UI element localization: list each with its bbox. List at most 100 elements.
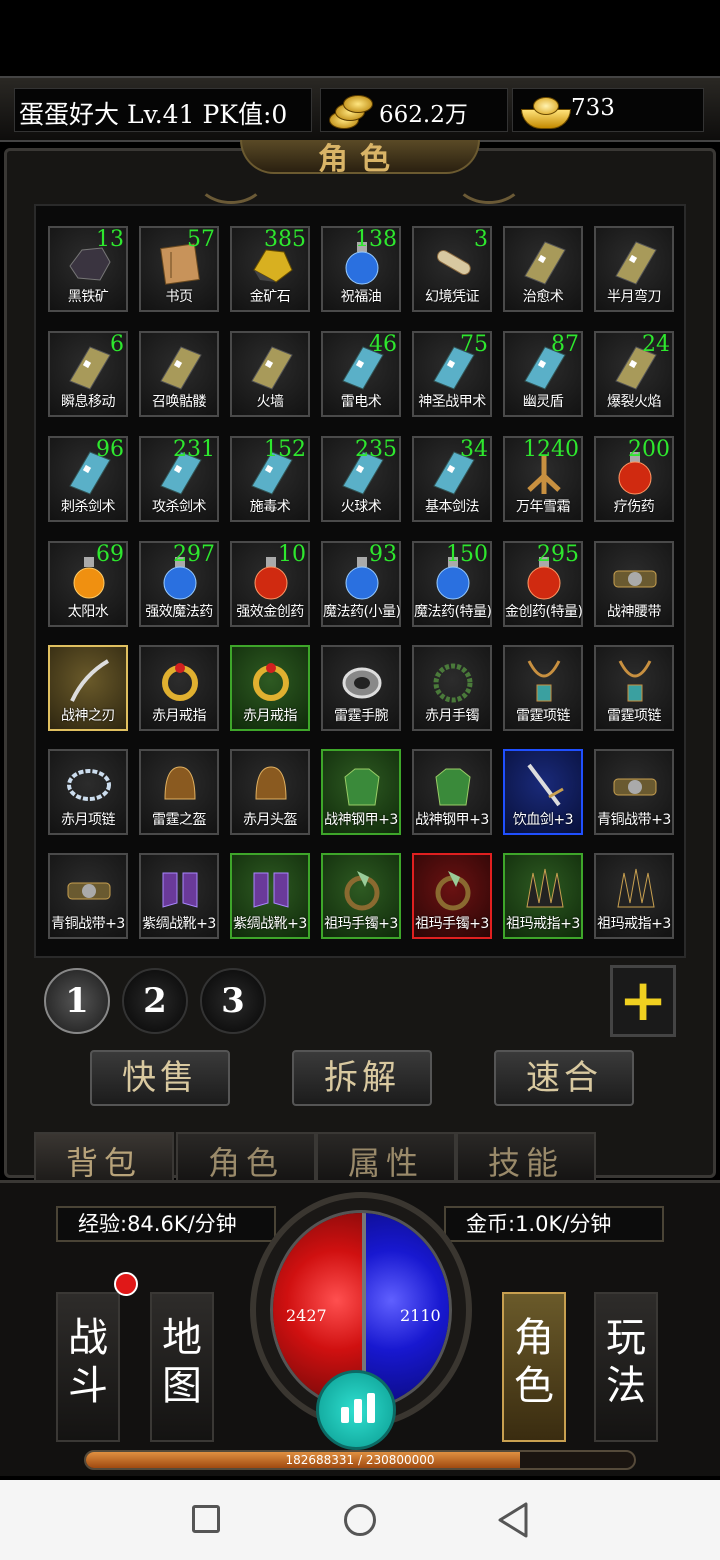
inventory-slot[interactable]: 赤月手镯 [412, 645, 492, 731]
inventory-slot[interactable]: 祖玛戒指+3 [594, 853, 674, 939]
inventory-slot[interactable]: 祖玛手镯+3 [412, 853, 492, 939]
inventory-slot[interactable]: 祖玛戒指+3 [503, 853, 583, 939]
item-name: 赤月手镯 [425, 708, 480, 724]
belt-icon [613, 778, 657, 796]
inventory-slot[interactable]: 57 书页 [139, 226, 219, 312]
inventory-slot[interactable]: 赤月戒指 [230, 645, 310, 731]
item-name: 祖玛手镯+3 [415, 916, 489, 932]
bracelet-icon [342, 667, 382, 699]
inventory-slot[interactable]: 13 黑铁矿 [48, 226, 128, 312]
inventory-slot[interactable]: 赤月项链 [48, 749, 128, 835]
inventory-slot[interactable]: 231 攻杀剑术 [139, 436, 219, 522]
item-name: 疗伤药 [613, 499, 655, 515]
inventory-slot[interactable]: 战神之刃 [48, 645, 128, 731]
inventory-slot[interactable]: 饮血剑+3 [503, 749, 583, 835]
inventory-slot[interactable]: 34 基本剑法 [412, 436, 492, 522]
item-name: 瞬息移动 [61, 394, 116, 410]
inventory-slot[interactable]: 祖玛手镯+3 [321, 853, 401, 939]
item-name: 雷电术 [340, 394, 382, 410]
inventory-slot[interactable]: 战神钢甲+3 [412, 749, 492, 835]
inventory-slot[interactable]: 3 幻境凭证 [412, 226, 492, 312]
inventory-slot[interactable]: 93 魔法药(小量) [321, 541, 401, 627]
skill-book-icon [524, 241, 566, 285]
inventory-slot[interactable]: 295 金创药(特量) [503, 541, 583, 627]
mp-value: 2110 [400, 1306, 441, 1325]
inventory-slot[interactable]: 150 魔法药(特量) [412, 541, 492, 627]
inventory-slot[interactable]: 雷霆手腕 [321, 645, 401, 731]
inventory-slot[interactable]: 235 火球术 [321, 436, 401, 522]
tab-skills[interactable]: 技能 [456, 1132, 596, 1180]
item-name: 书页 [165, 289, 194, 305]
inventory-slot[interactable]: 火墙 [230, 331, 310, 417]
recent-apps-icon[interactable] [192, 1505, 220, 1533]
inventory-slot[interactable]: 雷霆之盔 [139, 749, 219, 835]
item-name: 青铜战带+3 [597, 812, 671, 828]
inventory-slot[interactable]: 87 幽灵盾 [503, 331, 583, 417]
inventory-slot[interactable]: 紫绸战靴+3 [230, 853, 310, 939]
panel-title: 角色 [318, 142, 402, 172]
spike-ring-icon [526, 868, 564, 908]
item-name: 火球术 [340, 499, 382, 515]
inventory-slot[interactable]: 385 金矿石 [230, 226, 310, 312]
stats-chart-icon[interactable] [316, 1370, 396, 1450]
item-name: 雷霆之盔 [152, 812, 207, 828]
inventory-slot[interactable]: 75 神圣战甲术 [412, 331, 492, 417]
inventory-slot[interactable]: 青铜战带+3 [48, 853, 128, 939]
inventory-slot[interactable]: 96 刺杀剑术 [48, 436, 128, 522]
armor-icon [435, 768, 471, 806]
inventory-slot[interactable]: 青铜战带+3 [594, 749, 674, 835]
inventory-slot[interactable]: 24 爆裂火焰 [594, 331, 674, 417]
inventory-slot[interactable]: 10 强效金创药 [230, 541, 310, 627]
sword-icon [527, 763, 564, 807]
player-name: 蛋蛋好大 [19, 100, 120, 129]
inventory-slot[interactable]: 赤月头盔 [230, 749, 310, 835]
fast-merge-button[interactable]: 速合 [494, 1050, 634, 1106]
inventory-slot[interactable]: 雷霆项链 [503, 645, 583, 731]
gameplay-button[interactable]: 玩法 [594, 1292, 658, 1442]
inventory-slot[interactable]: 战神钢甲+3 [321, 749, 401, 835]
player-pk: PK值:0 [202, 100, 288, 129]
tab-character[interactable]: 角色 [176, 1132, 316, 1180]
item-count: 93 [369, 542, 397, 567]
inventory-slot[interactable]: 138 祝福油 [321, 226, 401, 312]
player-info[interactable]: 蛋蛋好大 Lv.41 PK值:0 [14, 88, 312, 132]
inventory-slot[interactable]: 赤月戒指 [139, 645, 219, 731]
page-button-3[interactable]: 3 [200, 968, 266, 1034]
item-count: 295 [537, 542, 579, 567]
inventory-slot[interactable]: 6 瞬息移动 [48, 331, 128, 417]
quick-sell-button[interactable]: 快售 [90, 1050, 230, 1106]
battle-button[interactable]: 战斗 [56, 1292, 120, 1442]
inventory-slot[interactable]: 200 疗伤药 [594, 436, 674, 522]
item-count: 10 [278, 542, 306, 567]
inventory-slot[interactable]: 152 施毒术 [230, 436, 310, 522]
blade-icon [70, 659, 110, 702]
map-button[interactable]: 地图 [150, 1292, 214, 1442]
inventory-slot[interactable]: 69 太阳水 [48, 541, 128, 627]
inventory-slot[interactable]: 紫绸战靴+3 [139, 853, 219, 939]
character-button[interactable]: 角色 [502, 1292, 566, 1442]
back-icon[interactable] [496, 1500, 530, 1540]
inventory-slot[interactable]: 召唤骷髅 [139, 331, 219, 417]
tab-attributes[interactable]: 属性 [316, 1132, 456, 1180]
item-name: 雷霆项链 [516, 708, 571, 724]
inventory-slot[interactable]: 雷霆项链 [594, 645, 674, 731]
inventory-slot[interactable]: 治愈术 [503, 226, 583, 312]
page-button-2[interactable]: 2 [122, 968, 188, 1034]
page-button-1[interactable]: 1 [44, 968, 110, 1034]
home-icon[interactable] [344, 1504, 376, 1536]
chain-necklace-icon [67, 769, 111, 801]
item-count: 96 [96, 437, 124, 462]
item-name: 召唤骷髅 [152, 394, 207, 410]
inventory-slot[interactable]: 战神腰带 [594, 541, 674, 627]
skill-book-icon [615, 241, 657, 285]
dismantle-button[interactable]: 拆解 [292, 1050, 432, 1106]
inventory-slot[interactable]: 297 强效魔法药 [139, 541, 219, 627]
inventory-slot[interactable]: 1240 万年雪霜 [503, 436, 583, 522]
item-name: 战神腰带 [607, 604, 662, 620]
tab-bag[interactable]: 背包 [34, 1132, 174, 1180]
expand-bag-button[interactable]: + [610, 965, 676, 1037]
item-name: 施毒术 [249, 499, 291, 515]
inventory-slot[interactable]: 半月弯刀 [594, 226, 674, 312]
bead-bracelet-icon [433, 663, 473, 703]
inventory-slot[interactable]: 46 雷电术 [321, 331, 401, 417]
